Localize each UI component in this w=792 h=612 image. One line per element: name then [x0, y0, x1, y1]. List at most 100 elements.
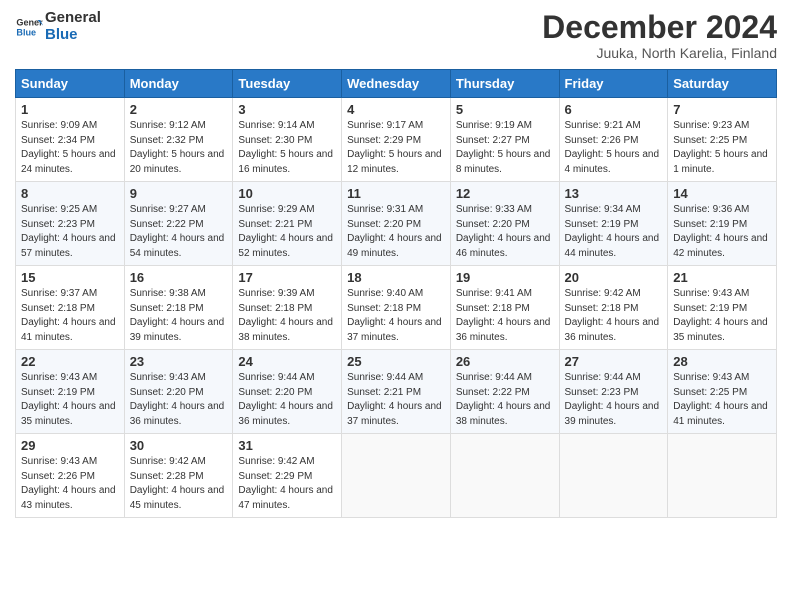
- day-info: Sunrise: 9:42 AM Sunset: 2:28 PM Dayligh…: [130, 455, 228, 513]
- day-info: Sunrise: 9:36 AM Sunset: 2:19 PM Dayligh…: [673, 203, 771, 261]
- day-info: Sunrise: 9:42 AM Sunset: 2:29 PM Dayligh…: [238, 455, 336, 513]
- calendar-day-header: Monday: [124, 70, 233, 98]
- day-number: 31: [238, 438, 336, 453]
- calendar-cell: 16 Sunrise: 9:38 AM Sunset: 2:18 PM Dayl…: [124, 266, 233, 350]
- calendar-cell: 9 Sunrise: 9:27 AM Sunset: 2:22 PM Dayli…: [124, 182, 233, 266]
- day-number: 14: [673, 186, 771, 201]
- calendar-cell: 21 Sunrise: 9:43 AM Sunset: 2:19 PM Dayl…: [668, 266, 777, 350]
- page-header: General Blue General Blue December 2024 …: [15, 10, 777, 61]
- day-number: 21: [673, 270, 771, 285]
- logo: General Blue General Blue: [15, 10, 101, 43]
- day-info: Sunrise: 9:43 AM Sunset: 2:20 PM Dayligh…: [130, 371, 228, 429]
- day-info: Sunrise: 9:40 AM Sunset: 2:18 PM Dayligh…: [347, 287, 445, 345]
- day-info: Sunrise: 9:43 AM Sunset: 2:19 PM Dayligh…: [21, 371, 119, 429]
- calendar-header-row: SundayMondayTuesdayWednesdayThursdayFrid…: [16, 70, 777, 98]
- calendar-cell: 27 Sunrise: 9:44 AM Sunset: 2:23 PM Dayl…: [559, 350, 668, 434]
- day-number: 13: [565, 186, 663, 201]
- day-info: Sunrise: 9:23 AM Sunset: 2:25 PM Dayligh…: [673, 119, 771, 177]
- calendar-day-header: Saturday: [668, 70, 777, 98]
- calendar-cell: 20 Sunrise: 9:42 AM Sunset: 2:18 PM Dayl…: [559, 266, 668, 350]
- calendar-cell: 31 Sunrise: 9:42 AM Sunset: 2:29 PM Dayl…: [233, 434, 342, 518]
- day-info: Sunrise: 9:17 AM Sunset: 2:29 PM Dayligh…: [347, 119, 445, 177]
- day-info: Sunrise: 9:29 AM Sunset: 2:21 PM Dayligh…: [238, 203, 336, 261]
- day-number: 30: [130, 438, 228, 453]
- day-info: Sunrise: 9:43 AM Sunset: 2:26 PM Dayligh…: [21, 455, 119, 513]
- day-number: 1: [21, 102, 119, 117]
- day-number: 17: [238, 270, 336, 285]
- day-info: Sunrise: 9:38 AM Sunset: 2:18 PM Dayligh…: [130, 287, 228, 345]
- day-number: 24: [238, 354, 336, 369]
- day-number: 3: [238, 102, 336, 117]
- calendar-week-row: 8 Sunrise: 9:25 AM Sunset: 2:23 PM Dayli…: [16, 182, 777, 266]
- day-info: Sunrise: 9:42 AM Sunset: 2:18 PM Dayligh…: [565, 287, 663, 345]
- calendar-cell: 8 Sunrise: 9:25 AM Sunset: 2:23 PM Dayli…: [16, 182, 125, 266]
- calendar-day-header: Friday: [559, 70, 668, 98]
- day-number: 29: [21, 438, 119, 453]
- day-number: 7: [673, 102, 771, 117]
- calendar-cell: 1 Sunrise: 9:09 AM Sunset: 2:34 PM Dayli…: [16, 98, 125, 182]
- day-info: Sunrise: 9:39 AM Sunset: 2:18 PM Dayligh…: [238, 287, 336, 345]
- day-number: 12: [456, 186, 554, 201]
- day-number: 4: [347, 102, 445, 117]
- day-info: Sunrise: 9:25 AM Sunset: 2:23 PM Dayligh…: [21, 203, 119, 261]
- calendar-cell: 2 Sunrise: 9:12 AM Sunset: 2:32 PM Dayli…: [124, 98, 233, 182]
- day-info: Sunrise: 9:21 AM Sunset: 2:26 PM Dayligh…: [565, 119, 663, 177]
- day-number: 27: [565, 354, 663, 369]
- day-number: 8: [21, 186, 119, 201]
- day-number: 10: [238, 186, 336, 201]
- day-info: Sunrise: 9:44 AM Sunset: 2:23 PM Dayligh…: [565, 371, 663, 429]
- calendar-cell: 14 Sunrise: 9:36 AM Sunset: 2:19 PM Dayl…: [668, 182, 777, 266]
- calendar-cell: 18 Sunrise: 9:40 AM Sunset: 2:18 PM Dayl…: [342, 266, 451, 350]
- day-number: 25: [347, 354, 445, 369]
- day-info: Sunrise: 9:19 AM Sunset: 2:27 PM Dayligh…: [456, 119, 554, 177]
- day-number: 5: [456, 102, 554, 117]
- calendar-cell: 11 Sunrise: 9:31 AM Sunset: 2:20 PM Dayl…: [342, 182, 451, 266]
- title-block: December 2024 Juuka, North Karelia, Finl…: [542, 10, 777, 61]
- calendar-cell: 12 Sunrise: 9:33 AM Sunset: 2:20 PM Dayl…: [450, 182, 559, 266]
- calendar-day-header: Tuesday: [233, 70, 342, 98]
- day-number: 22: [21, 354, 119, 369]
- location-subtitle: Juuka, North Karelia, Finland: [542, 45, 777, 61]
- calendar-cell: 13 Sunrise: 9:34 AM Sunset: 2:19 PM Dayl…: [559, 182, 668, 266]
- day-info: Sunrise: 9:27 AM Sunset: 2:22 PM Dayligh…: [130, 203, 228, 261]
- calendar-week-row: 1 Sunrise: 9:09 AM Sunset: 2:34 PM Dayli…: [16, 98, 777, 182]
- calendar-cell: 15 Sunrise: 9:37 AM Sunset: 2:18 PM Dayl…: [16, 266, 125, 350]
- day-number: 2: [130, 102, 228, 117]
- day-info: Sunrise: 9:44 AM Sunset: 2:21 PM Dayligh…: [347, 371, 445, 429]
- calendar-cell: 5 Sunrise: 9:19 AM Sunset: 2:27 PM Dayli…: [450, 98, 559, 182]
- calendar-cell: 17 Sunrise: 9:39 AM Sunset: 2:18 PM Dayl…: [233, 266, 342, 350]
- calendar-cell: 3 Sunrise: 9:14 AM Sunset: 2:30 PM Dayli…: [233, 98, 342, 182]
- day-info: Sunrise: 9:31 AM Sunset: 2:20 PM Dayligh…: [347, 203, 445, 261]
- day-info: Sunrise: 9:33 AM Sunset: 2:20 PM Dayligh…: [456, 203, 554, 261]
- day-info: Sunrise: 9:14 AM Sunset: 2:30 PM Dayligh…: [238, 119, 336, 177]
- calendar-week-row: 29 Sunrise: 9:43 AM Sunset: 2:26 PM Dayl…: [16, 434, 777, 518]
- calendar-cell: [559, 434, 668, 518]
- day-info: Sunrise: 9:43 AM Sunset: 2:19 PM Dayligh…: [673, 287, 771, 345]
- day-info: Sunrise: 9:34 AM Sunset: 2:19 PM Dayligh…: [565, 203, 663, 261]
- day-info: Sunrise: 9:43 AM Sunset: 2:25 PM Dayligh…: [673, 371, 771, 429]
- day-number: 18: [347, 270, 445, 285]
- calendar-day-header: Wednesday: [342, 70, 451, 98]
- day-info: Sunrise: 9:44 AM Sunset: 2:20 PM Dayligh…: [238, 371, 336, 429]
- calendar-cell: 28 Sunrise: 9:43 AM Sunset: 2:25 PM Dayl…: [668, 350, 777, 434]
- day-number: 15: [21, 270, 119, 285]
- day-number: 9: [130, 186, 228, 201]
- logo-line2: Blue: [45, 27, 101, 44]
- calendar-cell: 29 Sunrise: 9:43 AM Sunset: 2:26 PM Dayl…: [16, 434, 125, 518]
- calendar-cell: [668, 434, 777, 518]
- day-number: 11: [347, 186, 445, 201]
- logo-icon: General Blue: [15, 13, 43, 41]
- svg-text:Blue: Blue: [16, 27, 36, 37]
- calendar-table: SundayMondayTuesdayWednesdayThursdayFrid…: [15, 69, 777, 518]
- month-title: December 2024: [542, 10, 777, 45]
- calendar-page: General Blue General Blue December 2024 …: [0, 0, 792, 612]
- svg-text:General: General: [16, 17, 43, 27]
- day-number: 16: [130, 270, 228, 285]
- day-info: Sunrise: 9:12 AM Sunset: 2:32 PM Dayligh…: [130, 119, 228, 177]
- calendar-cell: 19 Sunrise: 9:41 AM Sunset: 2:18 PM Dayl…: [450, 266, 559, 350]
- day-number: 6: [565, 102, 663, 117]
- calendar-cell: 6 Sunrise: 9:21 AM Sunset: 2:26 PM Dayli…: [559, 98, 668, 182]
- day-number: 23: [130, 354, 228, 369]
- calendar-cell: 30 Sunrise: 9:42 AM Sunset: 2:28 PM Dayl…: [124, 434, 233, 518]
- day-number: 26: [456, 354, 554, 369]
